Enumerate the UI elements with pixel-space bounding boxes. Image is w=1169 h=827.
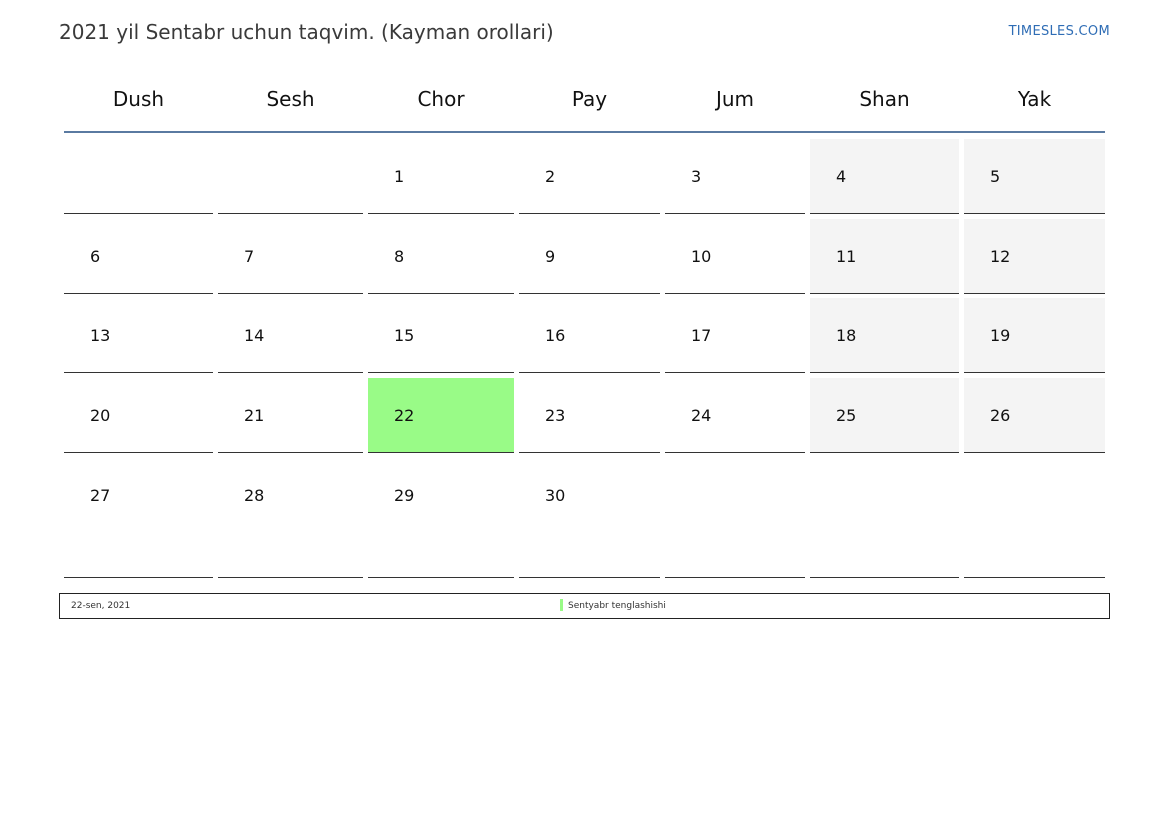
day-cell: 22	[368, 378, 514, 453]
day-number: 23	[545, 406, 566, 425]
day-cell: 21	[218, 378, 363, 453]
day-number: 28	[244, 486, 265, 505]
page-title: 2021 yil Sentabr uchun taqvim. (Kayman o…	[59, 20, 554, 44]
day-number: 5	[990, 167, 1001, 186]
day-cell: 2	[519, 139, 660, 214]
day-cell: 30	[519, 458, 660, 578]
day-number: 27	[90, 486, 111, 505]
day-cell: 19	[964, 298, 1105, 373]
day-cell: 24	[665, 378, 805, 453]
empty-day-cell	[810, 458, 959, 578]
day-number: 13	[90, 326, 111, 345]
day-cell: 9	[519, 219, 660, 294]
day-number: 2	[545, 167, 556, 186]
day-cell: 11	[810, 219, 959, 294]
weekday-sunday: Yak	[1017, 87, 1052, 111]
empty-day-cell	[964, 458, 1105, 578]
weekday-header: Dush Sesh Chor Pay Jum Shan Yak	[64, 82, 1105, 132]
weekday-thursday: Pay	[571, 87, 608, 111]
legend-date: 22-sen, 2021	[71, 601, 131, 611]
day-number: 7	[244, 247, 255, 266]
day-number: 14	[244, 326, 265, 345]
day-cell: 7	[218, 219, 363, 294]
day-cell: 1	[368, 139, 514, 214]
day-cell: 27	[64, 458, 213, 578]
site-link[interactable]: TIMESLES.COM	[1009, 24, 1110, 39]
day-number: 9	[545, 247, 556, 266]
day-number: 20	[90, 406, 111, 425]
day-cell: 13	[64, 298, 213, 373]
day-cell: 23	[519, 378, 660, 453]
day-number: 10	[691, 247, 712, 266]
weekday-tuesday: Sesh	[266, 87, 315, 111]
day-cell: 14	[218, 298, 363, 373]
weekday-saturday: Shan	[859, 87, 910, 111]
day-cell: 10	[665, 219, 805, 294]
day-cell: 8	[368, 219, 514, 294]
weekday-monday: Dush	[112, 87, 165, 111]
day-number: 6	[90, 247, 101, 266]
day-number: 3	[691, 167, 702, 186]
day-cell: 25	[810, 378, 959, 453]
day-number: 18	[836, 326, 857, 345]
day-number: 4	[836, 167, 847, 186]
day-number: 25	[836, 406, 857, 425]
day-number: 16	[545, 326, 566, 345]
day-number: 30	[545, 486, 566, 505]
day-number: 12	[990, 247, 1011, 266]
day-cell: 3	[665, 139, 805, 214]
day-cell: 29	[368, 458, 514, 578]
day-number: 26	[990, 406, 1011, 425]
day-number: 11	[836, 247, 857, 266]
day-cell: 18	[810, 298, 959, 373]
day-number: 29	[394, 486, 415, 505]
empty-day-cell	[64, 139, 213, 214]
weekday-wednesday: Chor	[417, 87, 465, 111]
day-cell: 15	[368, 298, 514, 373]
day-number: 17	[691, 326, 712, 345]
day-number: 24	[691, 406, 712, 425]
empty-day-cell	[218, 139, 363, 214]
empty-day-cell	[665, 458, 805, 578]
legend-event-name: Sentyabr tenglashishi	[568, 601, 666, 611]
day-number: 8	[394, 247, 405, 266]
day-cell: 16	[519, 298, 660, 373]
holiday-legend: 22-sen, 2021 Sentyabr tenglashishi	[59, 593, 1110, 619]
day-number: 19	[990, 326, 1011, 345]
legend-color-swatch	[560, 599, 563, 611]
header-divider	[64, 131, 1105, 133]
day-cell: 4	[810, 139, 959, 214]
day-cell: 20	[64, 378, 213, 453]
day-number: 15	[394, 326, 415, 345]
day-cell: 12	[964, 219, 1105, 294]
day-cell: 5	[964, 139, 1105, 214]
day-number: 22	[394, 406, 415, 425]
day-cell: 6	[64, 219, 213, 294]
day-cell: 28	[218, 458, 363, 578]
day-cell: 26	[964, 378, 1105, 453]
day-cell: 17	[665, 298, 805, 373]
weekday-friday: Jum	[715, 87, 755, 111]
day-number: 1	[394, 167, 405, 186]
day-number: 21	[244, 406, 265, 425]
